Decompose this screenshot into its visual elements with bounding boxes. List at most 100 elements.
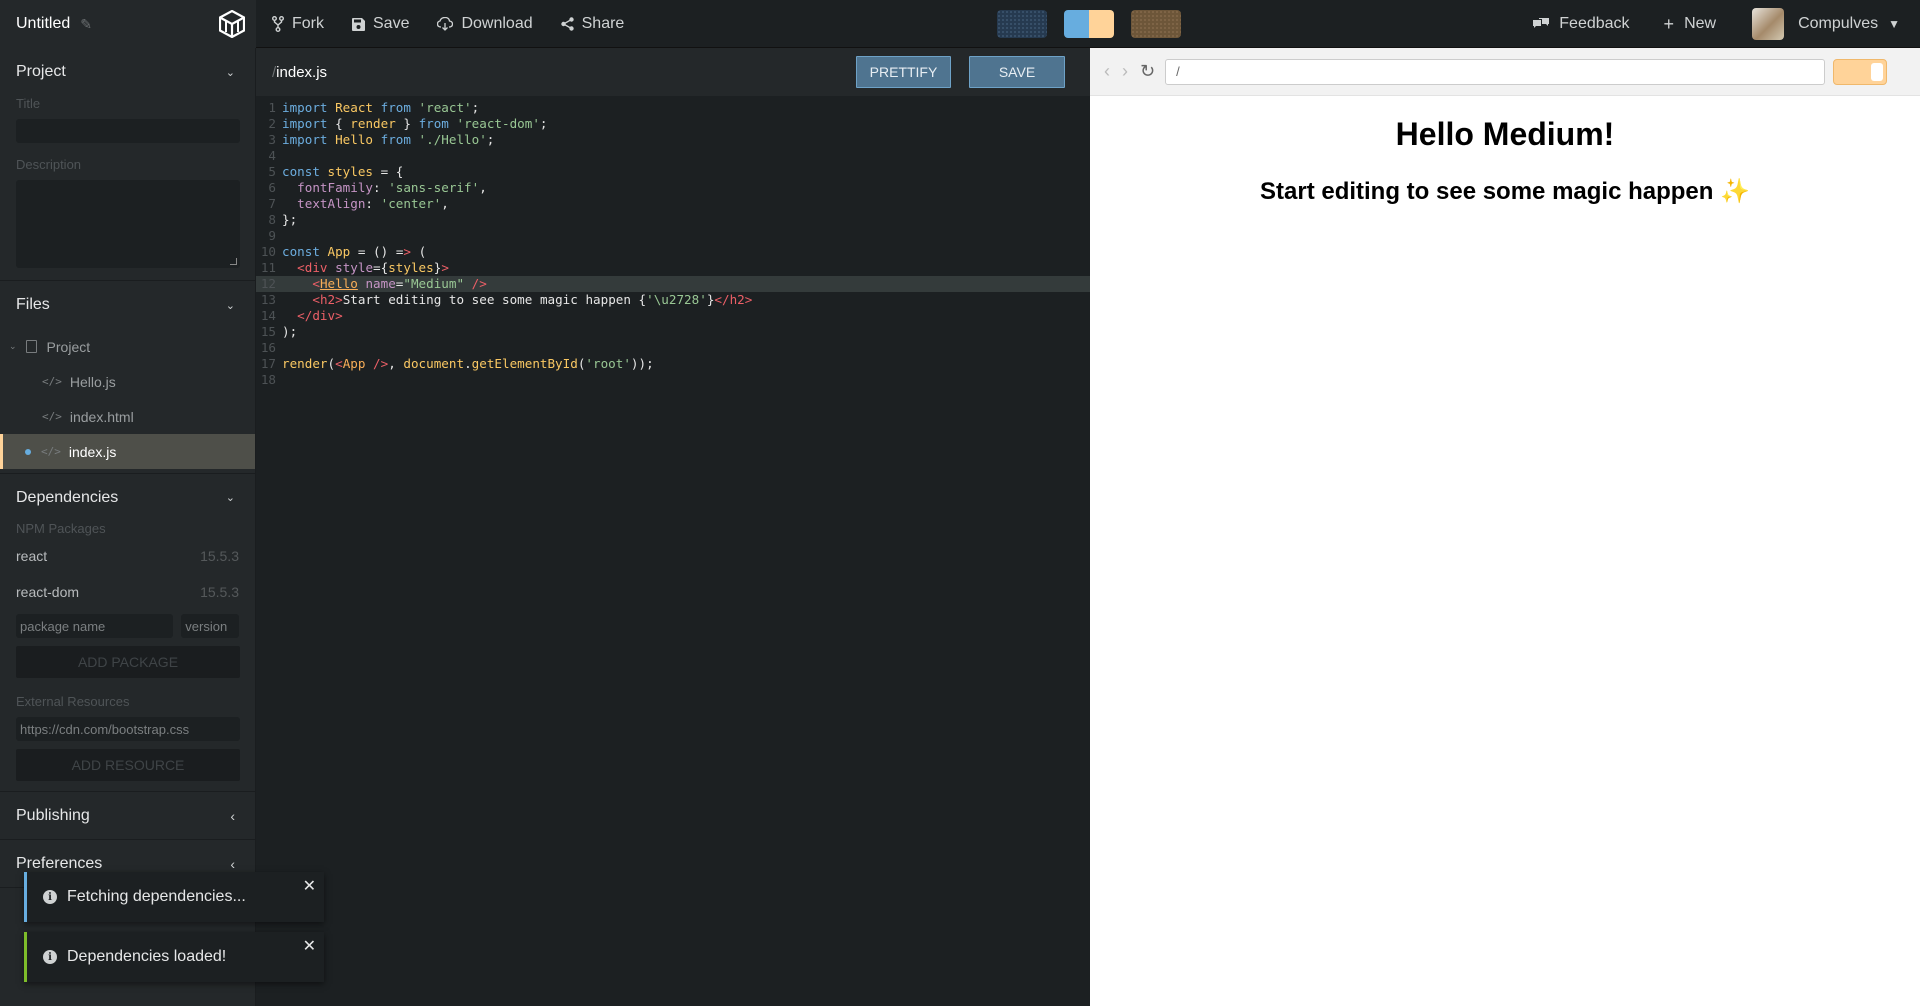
- code-line[interactable]: 16: [256, 340, 1090, 356]
- theme-swatch-brown[interactable]: [1131, 10, 1181, 38]
- line-number: 1: [268, 100, 276, 115]
- browser-bar: ‹ › ↻ /: [1090, 48, 1920, 96]
- add-resource-button[interactable]: ADD RESOURCE: [16, 749, 240, 781]
- code-line[interactable]: 2 import { render } from 'react-dom';: [256, 116, 1090, 132]
- code-line[interactable]: 7 textAlign: 'center',: [256, 196, 1090, 212]
- feedback-label: Feedback: [1559, 15, 1630, 32]
- package-version: 15.5.3: [200, 584, 239, 600]
- code-line[interactable]: 13 <h2>Start editing to see some magic h…: [256, 292, 1090, 308]
- header-actions: Fork Save Download Share: [272, 0, 624, 48]
- preview-toggle[interactable]: [1833, 58, 1888, 85]
- project-title-box[interactable]: Untitled ✎: [0, 0, 208, 48]
- url-input[interactable]: /: [1165, 58, 1826, 85]
- section-files-header[interactable]: Files ⌄: [0, 281, 255, 329]
- file-name: index.js: [276, 63, 328, 81]
- code-line[interactable]: 5 const styles = {: [256, 164, 1090, 180]
- code-line[interactable]: 10 const App = () => (: [256, 244, 1090, 260]
- file-item-active[interactable]: </> index.js: [0, 434, 255, 469]
- theme-swatch-blue-orange[interactable]: [1064, 10, 1114, 38]
- user-actions: Feedback + New Compulves ▼: [1499, 0, 1900, 48]
- add-package-button[interactable]: ADD PACKAGE: [16, 646, 240, 678]
- code-area[interactable]: 1 import React from 'react'; 2 import { ren…: [256, 96, 1090, 388]
- code-line[interactable]: 14 </div>: [256, 308, 1090, 324]
- package-name: react: [16, 548, 48, 564]
- feedback-button[interactable]: Feedback: [1533, 15, 1630, 33]
- line-number: 8: [268, 212, 276, 227]
- chevron-down-icon[interactable]: ⌄: [9, 341, 17, 352]
- username[interactable]: Compulves: [1798, 15, 1878, 33]
- project-title[interactable]: Untitled: [16, 15, 70, 33]
- theme-swatch-dark-blue[interactable]: [997, 10, 1047, 38]
- code-line[interactable]: 8};: [256, 212, 1090, 228]
- close-icon[interactable]: ✕: [303, 936, 316, 956]
- new-button[interactable]: + New: [1664, 14, 1717, 35]
- chevron-down-icon[interactable]: ⌄: [226, 299, 235, 312]
- back-icon[interactable]: ‹: [1104, 61, 1110, 82]
- npm-packages-label: NPM Packages: [16, 521, 106, 536]
- file-name: Hello.js: [69, 373, 116, 390]
- code-line[interactable]: 9: [256, 228, 1090, 244]
- description-textarea[interactable]: [16, 180, 240, 268]
- close-icon[interactable]: ✕: [303, 876, 316, 896]
- code-line[interactable]: 11 <div style={styles}>: [256, 260, 1090, 276]
- codesandbox-logo-icon[interactable]: [208, 0, 256, 48]
- code-line[interactable]: 6 fontFamily: 'sans-serif',: [256, 180, 1090, 196]
- line-number: 4: [268, 148, 276, 163]
- code-line[interactable]: 17 render(<App />, document.getElementByI…: [256, 356, 1090, 372]
- fork-button[interactable]: Fork: [272, 15, 324, 33]
- dependencies-section-body: NPM Packages react 15.5.3 react-dom 15.5…: [0, 521, 255, 792]
- share-button[interactable]: Share: [560, 15, 624, 33]
- top-bar: Untitled ✎ Fork Save Download Share Feed…: [0, 0, 1920, 48]
- code-line[interactable]: 3 import Hello from './Hello';: [256, 132, 1090, 148]
- title-input[interactable]: [16, 119, 240, 143]
- line-number: 14: [260, 308, 276, 323]
- line-number: 7: [268, 196, 276, 211]
- notification-toast: i Fetching dependencies... ✕: [24, 872, 324, 922]
- editor-save-button[interactable]: SAVE: [969, 56, 1065, 88]
- file-item[interactable]: </> index.html: [0, 399, 255, 434]
- download-button[interactable]: Download: [437, 15, 533, 33]
- chevron-left-icon[interactable]: ‹: [230, 808, 235, 824]
- chevron-down-icon[interactable]: ⌄: [226, 491, 235, 504]
- dependency-row[interactable]: react-dom 15.5.3: [16, 574, 239, 610]
- chevron-down-icon[interactable]: ⌄: [226, 66, 235, 79]
- title-label: Title: [16, 96, 41, 111]
- code-line[interactable]: 12 <Hello name="Medium" />: [256, 276, 1090, 292]
- avatar[interactable]: [1752, 8, 1785, 40]
- add-package-inputs: package name version: [16, 614, 239, 638]
- line-number: 6: [268, 180, 276, 195]
- section-project-header[interactable]: Project ⌄: [0, 48, 255, 96]
- dependency-row[interactable]: react 15.5.3: [16, 538, 239, 574]
- resource-url-input[interactable]: https://cdn.com/bootstrap.css: [16, 717, 240, 741]
- theme-swatches: [997, 10, 1181, 38]
- chevron-left-icon[interactable]: ‹: [230, 856, 235, 872]
- line-number: 11: [260, 260, 276, 275]
- reload-icon[interactable]: ↻: [1140, 61, 1155, 82]
- version-input[interactable]: version: [181, 614, 239, 638]
- code-line[interactable]: 1 import React from 'react';: [256, 100, 1090, 116]
- code-line[interactable]: 4: [256, 148, 1090, 164]
- preview-panel: ‹ › ↻ / Hello Medium! Start editing to s…: [1090, 48, 1920, 1006]
- forward-icon[interactable]: ›: [1122, 61, 1128, 82]
- preview-content: Hello Medium! Start editing to see some …: [1090, 116, 1920, 206]
- section-publishing-header[interactable]: Publishing ‹: [0, 792, 255, 840]
- code-line[interactable]: 18: [256, 372, 1090, 388]
- code-line[interactable]: 15);: [256, 324, 1090, 340]
- subheading-text: Start editing to see some magic happen: [1260, 178, 1714, 205]
- new-label: New: [1684, 15, 1717, 32]
- package-name-input[interactable]: package name: [16, 614, 174, 638]
- share-icon: [560, 17, 574, 31]
- chevron-down-icon[interactable]: ▼: [1888, 17, 1900, 31]
- line-number: 2: [268, 116, 276, 131]
- save-button[interactable]: Save: [352, 15, 409, 33]
- prettify-button[interactable]: PRETTIFY: [856, 56, 951, 88]
- section-dependencies-header[interactable]: Dependencies ⌄: [0, 473, 255, 521]
- package-version: 15.5.3: [200, 548, 239, 564]
- edit-pencil-icon[interactable]: ✎: [80, 16, 92, 33]
- line-number: 3: [268, 132, 276, 147]
- file-item[interactable]: </> Hello.js: [0, 364, 255, 399]
- directory-project[interactable]: ⌄ Project: [0, 329, 255, 364]
- line-number: 18: [260, 372, 276, 387]
- section-title: Publishing: [16, 806, 90, 824]
- line-text: </div>: [297, 308, 343, 323]
